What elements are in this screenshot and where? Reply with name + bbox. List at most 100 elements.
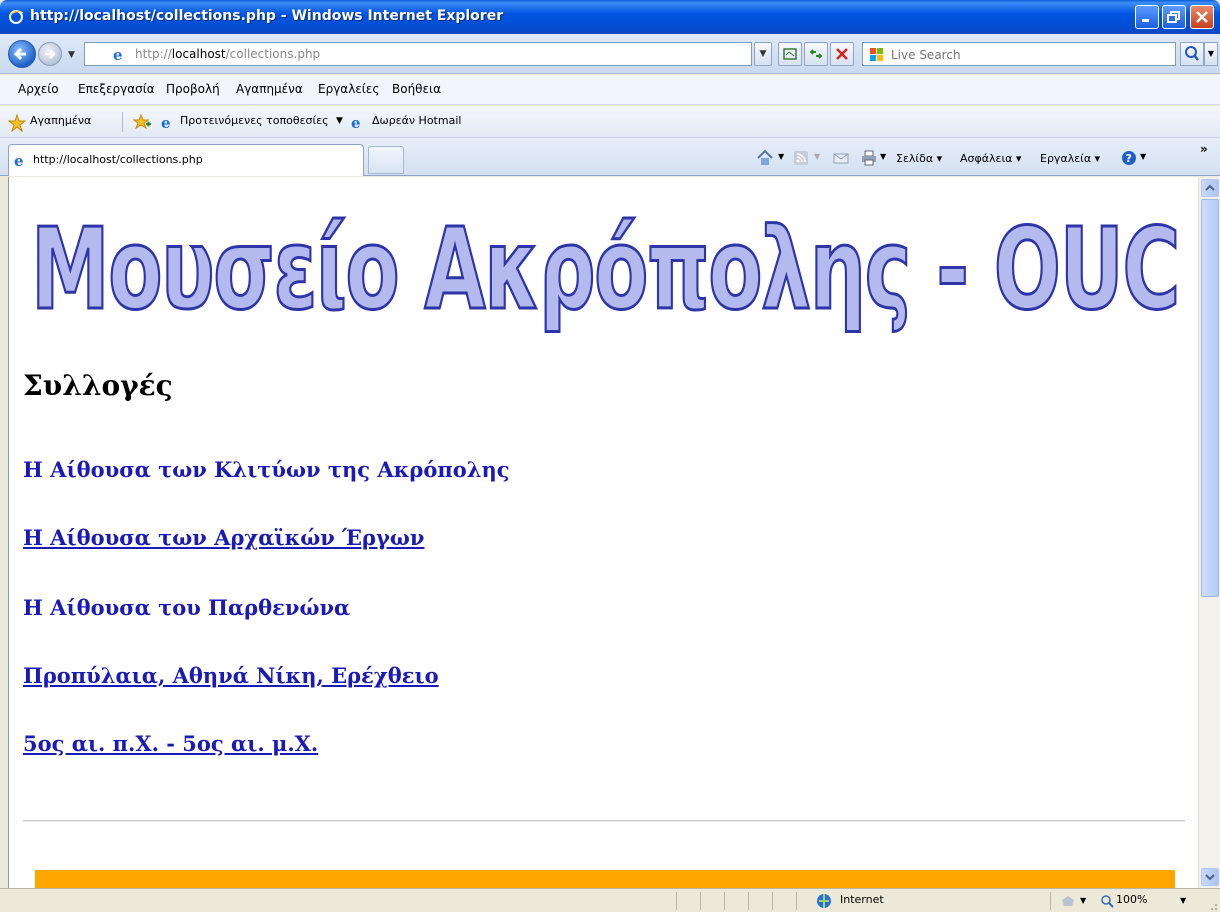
link-propylaia-erechtheion[interactable]: Προπύλαια, Αθηνά Νίκη, Ερέχθειο xyxy=(23,663,439,688)
vertical-scrollbar[interactable] xyxy=(1198,177,1220,888)
chevron-up-icon xyxy=(1205,184,1215,191)
status-bar: Internet ▼ 100% ▼ xyxy=(0,888,1220,912)
menu-bar: Αρχείο Επεξεργασία Προβολή Αγαπημένα Εργ… xyxy=(0,75,1220,105)
home-icon[interactable] xyxy=(756,149,774,167)
recent-pages-dropdown[interactable]: ▼ xyxy=(68,50,75,60)
menu-file[interactable]: Αρχείο xyxy=(18,82,59,96)
live-search-icon xyxy=(870,48,883,61)
address-dropdown-button[interactable]: ▼ xyxy=(754,42,772,66)
restore-button[interactable] xyxy=(1162,5,1186,29)
tab-collections[interactable]: e http://localhost/collections.php xyxy=(8,144,364,176)
page-ie-icon: e xyxy=(113,46,123,62)
internet-zone-globe-icon xyxy=(817,894,831,908)
minimize-icon xyxy=(1142,19,1149,22)
toolbar-overflow-chevron[interactable]: » xyxy=(1200,142,1208,156)
link-5th-century[interactable]: 5ος αι. π.Χ. - 5ος αι. μ.Χ. xyxy=(23,731,318,756)
scroll-up-button[interactable] xyxy=(1201,179,1219,197)
menu-edit[interactable]: Επεξεργασία xyxy=(78,82,155,96)
favorites-bar: Αγαπημένα e Προτεινόμενες τοποθεσίες ▼ e… xyxy=(0,106,1220,138)
svg-text:e: e xyxy=(14,152,24,168)
favorites-separator xyxy=(122,112,123,132)
menu-favorites[interactable]: Αγαπημένα xyxy=(236,82,303,96)
horizontal-rule xyxy=(23,820,1185,822)
link-slopes-gallery[interactable]: Η Αίθουσα των Κλιτύων της Ακρόπολης xyxy=(23,457,510,482)
add-to-favorites-icon[interactable] xyxy=(132,113,152,131)
address-field[interactable]: e http://localhost/collections.php xyxy=(84,42,752,66)
suggested-sites-link[interactable]: Προτεινόμενες τοποθεσίες xyxy=(180,114,329,127)
stop-icon xyxy=(836,48,848,60)
minimize-button[interactable] xyxy=(1135,5,1159,29)
page-viewport: Μουσείο Ακρόπολης - OUC Συλλογές Η Αίθου… xyxy=(8,177,1198,888)
svg-text:e: e xyxy=(113,46,123,62)
search-options-button[interactable]: ▼ xyxy=(1204,42,1218,66)
title-bar: http://localhost/collections.php - Windo… xyxy=(0,0,1220,34)
status-divider xyxy=(1050,892,1051,910)
menu-help[interactable]: Βοήθεια xyxy=(392,82,441,96)
read-mail-icon[interactable] xyxy=(832,149,850,167)
forward-arrow-icon xyxy=(45,49,56,59)
back-button[interactable] xyxy=(8,40,36,68)
svg-text:e: e xyxy=(351,114,361,130)
print-dropdown[interactable]: ▼ xyxy=(880,152,886,161)
compatibility-icon xyxy=(783,48,797,60)
window-title: http://localhost/collections.php - Windo… xyxy=(30,8,504,24)
tab-row: e http://localhost/collections.php ▼ ▼ ▼… xyxy=(0,138,1220,176)
status-divider xyxy=(724,892,725,910)
link-parthenon-gallery[interactable]: Η Αίθουσα του Παρθενώνα xyxy=(23,595,350,620)
safety-menu[interactable]: Ασφάλεια ▾ xyxy=(960,152,1021,165)
favorites-button[interactable]: Αγαπημένα xyxy=(30,114,91,127)
rss-feeds-icon[interactable] xyxy=(792,149,810,167)
status-divider xyxy=(700,892,701,910)
search-button[interactable] xyxy=(1180,42,1204,66)
favorites-star-icon xyxy=(8,114,26,132)
ie-window: http://localhost/collections.php - Windo… xyxy=(0,0,1220,912)
restore-icon xyxy=(1167,11,1180,23)
suggested-sites-ie-icon: e xyxy=(161,114,171,130)
footer-accent-bar xyxy=(35,870,1175,888)
address-toolbar: ▼ e http://localhost/collections.php ▼ ▼ xyxy=(0,34,1220,74)
chevron-down-icon xyxy=(1205,874,1215,881)
print-icon[interactable] xyxy=(860,149,878,167)
page-menu[interactable]: Σελίδα ▾ xyxy=(896,152,942,165)
menu-view[interactable]: Προβολή xyxy=(166,82,220,96)
tools-menu[interactable]: Εργαλεία ▾ xyxy=(1040,152,1100,165)
zoom-magnifier-icon xyxy=(1101,895,1114,908)
security-zone-label[interactable]: Internet xyxy=(840,893,884,906)
protected-mode-icon[interactable] xyxy=(1060,894,1076,908)
museum-logo-banner: Μουσείο Ακρόπολης - OUC xyxy=(31,204,1181,334)
zoom-level-button[interactable]: 100% xyxy=(1116,893,1147,906)
scroll-thumb[interactable] xyxy=(1201,199,1219,597)
hotmail-link[interactable]: Δωρεάν Hotmail xyxy=(372,114,461,127)
status-divider xyxy=(772,892,773,910)
home-dropdown[interactable]: ▼ xyxy=(778,152,784,161)
resize-grip-icon[interactable] xyxy=(1206,899,1218,911)
suggested-sites-dropdown[interactable]: ▼ xyxy=(336,116,343,126)
forward-button[interactable] xyxy=(38,42,62,66)
protected-mode-dropdown[interactable]: ▼ xyxy=(1080,896,1086,905)
svg-text:?: ? xyxy=(1126,152,1132,165)
feeds-dropdown[interactable]: ▼ xyxy=(814,152,820,161)
menu-tools[interactable]: Εργαλείες xyxy=(318,82,379,96)
zoom-dropdown[interactable]: ▼ xyxy=(1180,896,1186,905)
scroll-down-button[interactable] xyxy=(1201,868,1219,886)
refresh-icon xyxy=(809,49,823,59)
stop-button[interactable] xyxy=(830,42,854,66)
search-field[interactable] xyxy=(862,42,1176,66)
back-arrow-icon xyxy=(13,47,26,61)
help-icon[interactable]: ? xyxy=(1120,149,1138,167)
compatibility-view-button[interactable] xyxy=(778,42,802,66)
close-button[interactable] xyxy=(1190,5,1214,29)
svg-text:e: e xyxy=(161,114,171,130)
status-divider xyxy=(676,892,677,910)
url-text: http://localhost/collections.php xyxy=(135,47,321,61)
link-archaic-gallery[interactable]: Η Αίθουσα των Αρχαϊκών Έργων xyxy=(23,525,424,550)
tab-label: http://localhost/collections.php xyxy=(33,153,203,166)
search-input[interactable] xyxy=(891,46,1161,64)
help-dropdown[interactable]: ▼ xyxy=(1140,152,1146,161)
svg-text:Μουσείο Ακρόπολης - OUC: Μουσείο Ακρόπολης - OUC xyxy=(31,205,1179,333)
ie-logo-icon xyxy=(9,10,24,24)
new-tab-button[interactable] xyxy=(368,146,404,174)
page-heading: Συλλογές xyxy=(23,369,173,402)
refresh-button[interactable] xyxy=(804,42,828,66)
magnifier-icon xyxy=(1185,46,1199,61)
